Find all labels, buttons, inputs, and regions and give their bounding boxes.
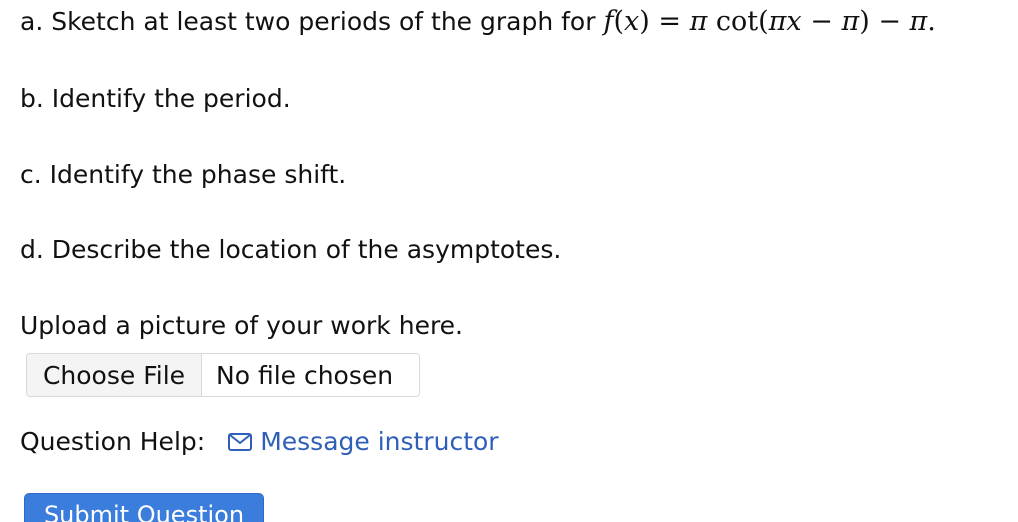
question-b: b. Identify the period. xyxy=(20,84,291,113)
message-instructor-link[interactable]: Message instructor xyxy=(227,425,499,459)
question-a-text: a. Sketch at least two periods of the gr… xyxy=(20,7,596,36)
envelope-icon xyxy=(228,433,253,451)
question-a: a. Sketch at least two periods of the gr… xyxy=(20,6,936,38)
question-help: Question Help: Message instructor xyxy=(20,425,499,459)
upload-label: Upload a picture of your work here. xyxy=(20,311,464,340)
submit-question-button[interactable]: Submit Question xyxy=(24,493,264,522)
choose-file-button[interactable]: Choose File xyxy=(27,354,202,396)
question-d: d. Describe the location of the asymptot… xyxy=(20,235,562,264)
question-c: c. Identify the phase shift. xyxy=(20,160,347,189)
message-instructor-label: Message instructor xyxy=(260,427,499,456)
question-help-label: Question Help: xyxy=(20,427,206,456)
question-a-formula: f(x) = π cot(πx − π) − π. xyxy=(603,6,936,37)
file-status-text: No file chosen xyxy=(216,360,394,390)
file-upload-input[interactable]: Choose File No file chosen xyxy=(26,353,420,397)
